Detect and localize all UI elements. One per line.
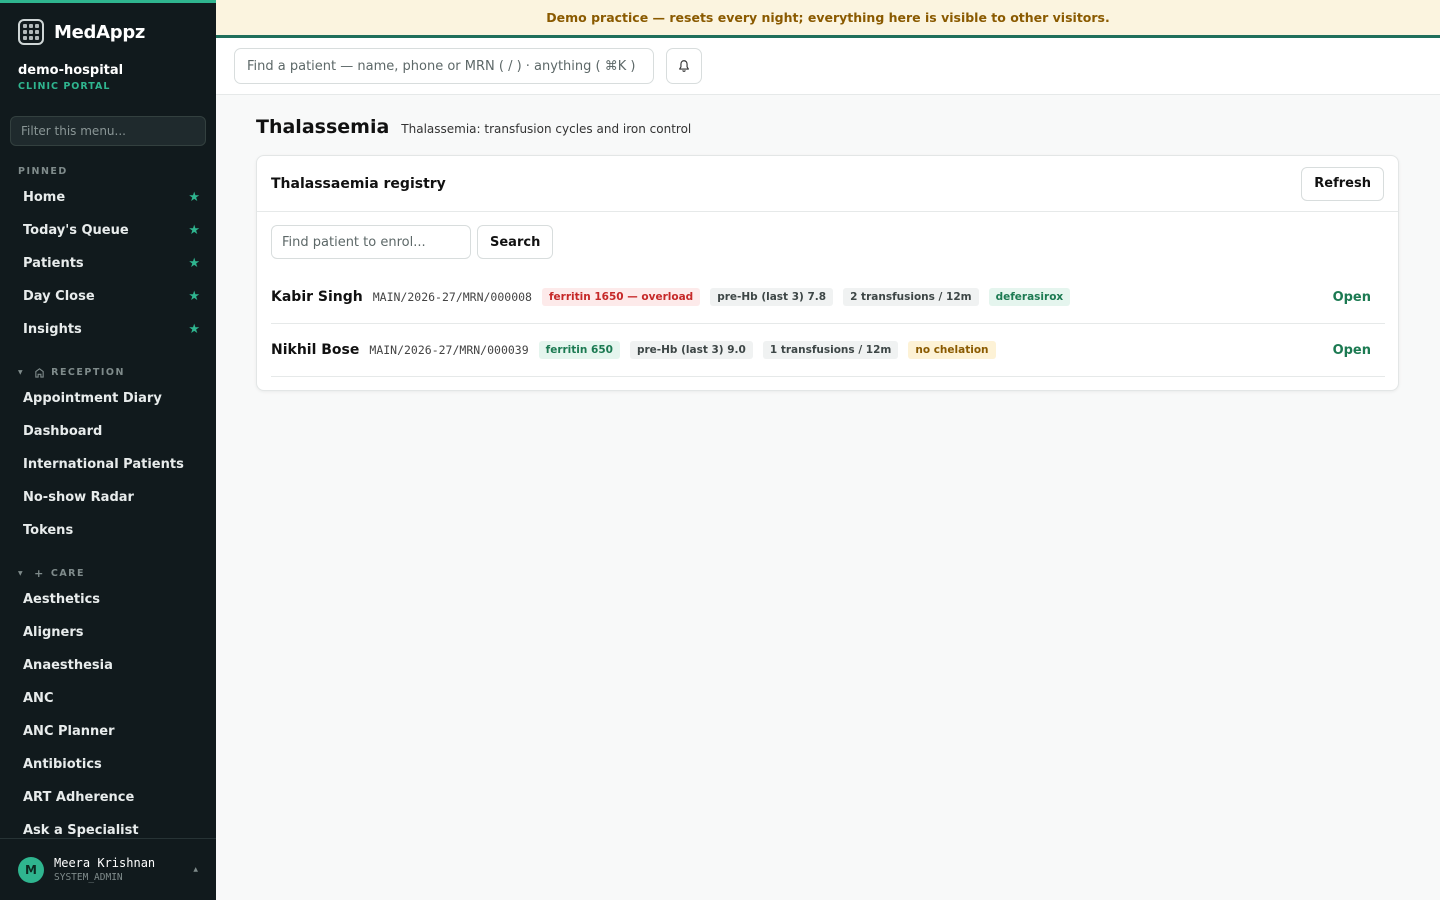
user-menu[interactable]: M Meera Krishnan SYSTEM_ADMIN ▲ bbox=[0, 838, 216, 900]
sidebar-item-aligners[interactable]: Aligners bbox=[0, 616, 216, 649]
registry-title: Thalassaemia registry bbox=[271, 175, 446, 192]
sidebar-item-label: Aesthetics bbox=[23, 592, 101, 607]
sidebar-item-todays-queue[interactable]: Today's Queue ★ bbox=[0, 214, 216, 247]
sidebar-item-label: Appointment Diary bbox=[23, 391, 162, 406]
star-icon[interactable]: ★ bbox=[188, 289, 200, 304]
sidebar-item-label: Antibiotics bbox=[23, 757, 102, 772]
star-icon[interactable]: ★ bbox=[188, 223, 200, 238]
sidebar-item-label: Anaesthesia bbox=[23, 658, 113, 673]
sidebar-item-label: Tokens bbox=[23, 523, 74, 538]
menu-filter-input[interactable] bbox=[10, 116, 206, 146]
sidebar-item-art-adherence[interactable]: ART Adherence bbox=[0, 781, 216, 814]
topbar bbox=[216, 38, 1440, 95]
transfusions-badge: 1 transfusions / 12m bbox=[762, 341, 899, 359]
star-icon[interactable]: ★ bbox=[188, 190, 200, 205]
open-link[interactable]: Open bbox=[1333, 290, 1371, 305]
ferritin-badge: ferritin 650 bbox=[538, 341, 620, 359]
sidebar-item-label: International Patients bbox=[23, 457, 184, 472]
section-toggle-care[interactable]: ▼ + CARE bbox=[0, 565, 216, 581]
user-name: Meera Krishnan bbox=[54, 856, 156, 870]
sidebar-item-label: Day Close bbox=[23, 289, 95, 304]
sidebar-item-dashboard[interactable]: Dashboard bbox=[0, 415, 216, 448]
caret-icon: ▲ bbox=[193, 866, 198, 873]
notifications-button[interactable] bbox=[666, 48, 702, 84]
sidebar-item-label: ANC Planner bbox=[23, 724, 115, 739]
patient-name[interactable]: Nikhil Bose bbox=[271, 342, 359, 358]
chelation-badge: deferasirox bbox=[988, 288, 1071, 306]
sidebar-item-label: No-show Radar bbox=[23, 490, 134, 505]
sidebar-nav: PINNED Home ★ Today's Queue ★ Patients ★ Da… bbox=[0, 163, 216, 841]
sidebar-item-appointment-diary[interactable]: Appointment Diary bbox=[0, 382, 216, 415]
bell-icon bbox=[679, 60, 689, 72]
sidebar-item-label: Home bbox=[23, 190, 66, 205]
sidebar-item-day-close[interactable]: Day Close ★ bbox=[0, 280, 216, 313]
demo-banner: Demo practice — resets every night; ever… bbox=[216, 0, 1440, 38]
sidebar-item-ask-a-specialist[interactable]: Ask a Specialist bbox=[0, 814, 216, 841]
ferritin-badge: ferritin 1650 — overload bbox=[541, 288, 701, 306]
list-item: Nikhil Bose MAIN/2026-27/MRN/000039 ferr… bbox=[271, 324, 1385, 377]
section-toggle-reception[interactable]: ▼ RECEPTION bbox=[0, 364, 216, 380]
sidebar-item-label: Insights bbox=[23, 322, 82, 337]
section-label-pinned: PINNED bbox=[0, 163, 216, 179]
list-item: Kabir Singh MAIN/2026-27/MRN/000008 ferr… bbox=[271, 271, 1385, 324]
sidebar-item-label: Ask a Specialist bbox=[23, 823, 139, 838]
sidebar-item-international-patients[interactable]: International Patients bbox=[0, 448, 216, 481]
section-label-text: PINNED bbox=[18, 165, 68, 177]
enrol-patient-input[interactable] bbox=[271, 225, 471, 259]
sidebar-item-patients[interactable]: Patients ★ bbox=[0, 247, 216, 280]
caret-down-icon: ▼ bbox=[18, 569, 25, 577]
sidebar-item-label: ANC bbox=[23, 691, 54, 706]
patient-search-input[interactable] bbox=[234, 48, 654, 84]
sidebar-item-insights[interactable]: Insights ★ bbox=[0, 313, 216, 346]
sidebar-item-label: Aligners bbox=[23, 625, 84, 640]
chelation-badge: no chelation bbox=[908, 341, 996, 359]
brand-name: MedAppz bbox=[54, 21, 146, 43]
sidebar: MedAppz demo-hospital CLINIC PORTAL PINN… bbox=[0, 0, 216, 900]
avatar: M bbox=[18, 856, 44, 883]
search-button[interactable]: Search bbox=[477, 225, 554, 259]
app-logo-icon bbox=[18, 19, 44, 45]
building-icon bbox=[35, 367, 44, 378]
patient-mrn: MAIN/2026-27/MRN/000008 bbox=[372, 290, 532, 304]
sidebar-item-no-show-radar[interactable]: No-show Radar bbox=[0, 481, 216, 514]
sidebar-item-anc[interactable]: ANC bbox=[0, 682, 216, 715]
transfusions-badge: 2 transfusions / 12m bbox=[843, 288, 979, 306]
org-name: demo-hospital bbox=[18, 63, 124, 78]
open-link[interactable]: Open bbox=[1333, 343, 1371, 358]
page-header: Thalassemia Thalassemia: transfusion cyc… bbox=[256, 116, 691, 138]
refresh-button[interactable]: Refresh bbox=[1301, 166, 1384, 201]
user-info: Meera Krishnan SYSTEM_ADMIN bbox=[54, 856, 155, 883]
sidebar-item-label: Today's Queue bbox=[23, 223, 129, 238]
enrol-search: Search bbox=[271, 225, 554, 259]
banner-text: Demo practice — resets every night; ever… bbox=[546, 10, 1110, 25]
sidebar-item-anc-planner[interactable]: ANC Planner bbox=[0, 715, 216, 748]
sidebar-item-anaesthesia[interactable]: Anaesthesia bbox=[0, 649, 216, 682]
patient-mrn: MAIN/2026-27/MRN/000039 bbox=[369, 343, 529, 357]
user-role: SYSTEM_ADMIN bbox=[54, 872, 123, 883]
page-title: Thalassemia bbox=[256, 116, 390, 138]
star-icon[interactable]: ★ bbox=[188, 322, 200, 337]
brand[interactable]: MedAppz bbox=[18, 19, 145, 45]
sidebar-item-aesthetics[interactable]: Aesthetics bbox=[0, 583, 216, 616]
org-info: demo-hospital CLINIC PORTAL bbox=[18, 63, 123, 92]
caret-down-icon: ▼ bbox=[18, 368, 25, 376]
registry-card-header: Thalassaemia registry Refresh bbox=[257, 156, 1398, 212]
patient-name[interactable]: Kabir Singh bbox=[271, 289, 363, 305]
sidebar-item-label: Dashboard bbox=[23, 424, 103, 439]
section-label-text: CARE bbox=[50, 567, 85, 579]
prehb-badge: pre-Hb (last 3) 9.0 bbox=[629, 341, 753, 359]
sidebar-item-tokens[interactable]: Tokens bbox=[0, 514, 216, 547]
page-subtitle: Thalassemia: transfusion cycles and iron… bbox=[401, 122, 692, 136]
org-subtitle: CLINIC PORTAL bbox=[18, 81, 111, 92]
sidebar-item-label: ART Adherence bbox=[23, 790, 135, 805]
sidebar-item-antibiotics[interactable]: Antibiotics bbox=[0, 748, 216, 781]
registry-card: Thalassaemia registry Refresh Search Kab… bbox=[256, 155, 1399, 391]
registry-list: Kabir Singh MAIN/2026-27/MRN/000008 ferr… bbox=[271, 271, 1385, 377]
star-icon[interactable]: ★ bbox=[188, 256, 200, 271]
sidebar-item-home[interactable]: Home ★ bbox=[0, 181, 216, 214]
sidebar-item-label: Patients bbox=[23, 256, 84, 271]
section-label-text: RECEPTION bbox=[51, 366, 125, 378]
plus-icon: + bbox=[34, 566, 45, 580]
prehb-badge: pre-Hb (last 3) 7.8 bbox=[710, 288, 834, 306]
